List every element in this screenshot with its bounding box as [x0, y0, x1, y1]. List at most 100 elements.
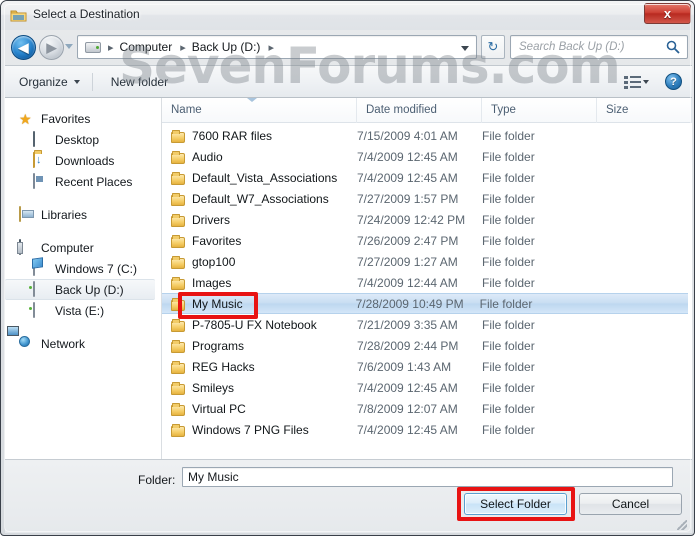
column-header-type[interactable]: Type — [482, 98, 597, 123]
table-row[interactable]: Images 7/4/2009 12:44 AM File folder — [162, 272, 692, 293]
navigation-pane: ★ Favorites Desktop Downloads Recent Pla… — [5, 98, 162, 459]
file-date-cell: 7/15/2009 4:01 AM — [357, 128, 458, 143]
sidebar-item-vista-e[interactable]: Vista (E:) — [5, 300, 161, 321]
refresh-button[interactable]: ↻ — [481, 35, 505, 59]
table-row[interactable]: P-7805-U FX Notebook 7/21/2009 3:35 AM Fil… — [162, 314, 692, 335]
table-row[interactable]: Programs 7/28/2009 2:44 PM File folder — [162, 335, 692, 356]
toolbar-right-group: ? — [624, 73, 692, 90]
help-button[interactable]: ? — [665, 73, 682, 90]
sidebar-item-backup-d[interactable]: Back Up (D:) — [5, 279, 155, 300]
breadcrumb-separator-icon: ▸ — [108, 41, 114, 54]
forward-button[interactable]: ▶ — [39, 35, 64, 60]
file-name-cell: Windows 7 PNG Files — [162, 423, 357, 437]
sidebar-item-label: Vista (E:) — [55, 303, 105, 318]
table-row[interactable]: Audio 7/4/2009 12:45 AM File folder — [162, 146, 692, 167]
file-type-cell: File folder — [482, 338, 535, 353]
file-date-cell: 7/27/2009 1:27 AM — [357, 254, 458, 269]
back-button[interactable]: ◀ — [11, 35, 36, 60]
file-name-label: 7600 RAR files — [192, 128, 273, 143]
file-date-cell: 7/21/2009 3:35 AM — [357, 317, 458, 332]
file-name-cell: My Music — [162, 297, 356, 311]
table-row[interactable]: gtop100 7/27/2009 1:27 AM File folder — [162, 251, 692, 272]
toolbar: Organize New folder ? — [5, 65, 692, 98]
file-date-cell: 7/28/2009 10:49 PM — [355, 296, 464, 311]
file-rows-container: 7600 RAR files 7/15/2009 4:01 AM File fold… — [162, 123, 692, 459]
sidebar-item-network[interactable]: Network — [5, 333, 161, 354]
folder-icon — [171, 171, 185, 185]
file-type-cell: File folder — [482, 317, 535, 332]
file-date-cell: 7/4/2009 12:44 AM — [357, 275, 458, 290]
folder-icon — [171, 192, 185, 206]
folder-icon — [171, 360, 185, 374]
file-type-cell: File folder — [482, 170, 535, 185]
file-name-cell: Default_Vista_Associations — [162, 171, 357, 185]
chevron-down-icon[interactable] — [461, 46, 469, 51]
search-icon — [666, 40, 680, 54]
table-row[interactable]: Favorites 7/26/2009 2:47 PM File folder — [162, 230, 692, 251]
select-folder-button[interactable]: Select Folder — [464, 493, 567, 515]
breadcrumb-backup-d[interactable]: Back Up (D:) — [189, 39, 264, 55]
cancel-button[interactable]: Cancel — [579, 493, 682, 515]
file-name-cell: gtop100 — [162, 255, 357, 269]
folder-name-input[interactable]: My Music — [182, 467, 673, 487]
search-input[interactable]: Search Back Up (D:) — [510, 35, 688, 59]
file-date-cell: 7/8/2009 12:07 AM — [357, 401, 458, 416]
organize-button[interactable]: Organize — [11, 71, 88, 93]
table-row[interactable]: Default_W7_Associations 7/27/2009 1:57 PM… — [162, 188, 692, 209]
sidebar-item-libraries[interactable]: Libraries — [5, 204, 161, 225]
sidebar-item-computer[interactable]: Computer — [5, 237, 161, 258]
close-button[interactable]: x — [644, 3, 691, 24]
folder-icon — [10, 10, 27, 22]
sidebar-item-label: Libraries — [41, 207, 88, 222]
sidebar-item-desktop[interactable]: Desktop — [5, 129, 161, 150]
search-placeholder: Search Back Up (D:) — [519, 41, 625, 53]
table-row[interactable]: Drivers 7/24/2009 12:42 PM File folder — [162, 209, 692, 230]
table-row[interactable]: Default_Vista_Associations 7/4/2009 12:45… — [162, 167, 692, 188]
breadcrumb-computer[interactable]: Computer — [117, 39, 176, 55]
sidebar-item-label: Back Up (D:) — [55, 282, 124, 297]
file-name-label: REG Hacks — [192, 359, 255, 374]
folder-icon — [171, 129, 185, 143]
table-row[interactable]: My Music 7/28/2009 10:49 PM File folder — [162, 293, 688, 314]
file-date-cell: 7/4/2009 12:45 AM — [357, 422, 458, 437]
sidebar-item-favorites[interactable]: ★ Favorites — [5, 108, 161, 129]
recent-locations-icon[interactable] — [65, 44, 73, 49]
table-row[interactable]: 7600 RAR files 7/15/2009 4:01 AM File fold… — [162, 125, 692, 146]
change-view-icon[interactable] — [624, 75, 641, 89]
file-date-cell: 7/26/2009 2:47 PM — [357, 233, 459, 248]
drive-icon — [85, 41, 101, 53]
resize-grip[interactable] — [677, 520, 687, 530]
file-type-cell: File folder — [482, 275, 535, 290]
file-name-label: My Music — [192, 296, 243, 311]
file-type-cell: File folder — [482, 359, 535, 374]
sidebar-item-downloads[interactable]: Downloads — [5, 150, 161, 171]
breadcrumb-separator-icon: ▸ — [268, 41, 274, 54]
address-bar[interactable]: ▸ Computer ▸ Back Up (D:) ▸ — [77, 35, 477, 59]
table-row[interactable]: Smileys 7/4/2009 12:45 AM File folder — [162, 377, 692, 398]
table-row[interactable]: REG Hacks 7/6/2009 1:43 AM File folder — [162, 356, 692, 377]
new-folder-button[interactable]: New folder — [103, 71, 176, 93]
column-header-size[interactable]: Size — [597, 98, 692, 123]
sidebar-item-recent-places[interactable]: Recent Places — [5, 171, 161, 192]
column-header-date-modified[interactable]: Date modified — [357, 98, 482, 123]
file-name-label: Images — [192, 275, 232, 290]
table-row[interactable]: Virtual PC 7/8/2009 12:07 AM File folder — [162, 398, 692, 419]
file-name-cell: Default_W7_Associations — [162, 192, 357, 206]
cancel-label: Cancel — [611, 497, 650, 511]
file-name-cell: P-7805-U FX Notebook — [162, 318, 357, 332]
file-name-label: Favorites — [192, 233, 242, 248]
title-bar[interactable]: Select a Destination x — [1, 1, 694, 30]
folder-icon — [171, 318, 185, 332]
folder-icon — [171, 297, 185, 311]
table-row[interactable]: Windows 7 PNG Files 7/4/2009 12:45 AM File… — [162, 419, 692, 440]
column-header-name[interactable]: Name — [162, 98, 357, 123]
sort-ascending-icon — [247, 98, 257, 102]
sidebar-item-windows7-c[interactable]: Windows 7 (C:) — [5, 258, 161, 279]
refresh-icon: ↻ — [487, 39, 499, 54]
file-name-label: Default_Vista_Associations — [192, 170, 338, 185]
select-folder-label: Select Folder — [480, 497, 551, 511]
file-type-cell: File folder — [482, 212, 535, 227]
file-name-label: Drivers — [192, 212, 230, 227]
view-chevron-down-icon[interactable] — [643, 79, 649, 84]
